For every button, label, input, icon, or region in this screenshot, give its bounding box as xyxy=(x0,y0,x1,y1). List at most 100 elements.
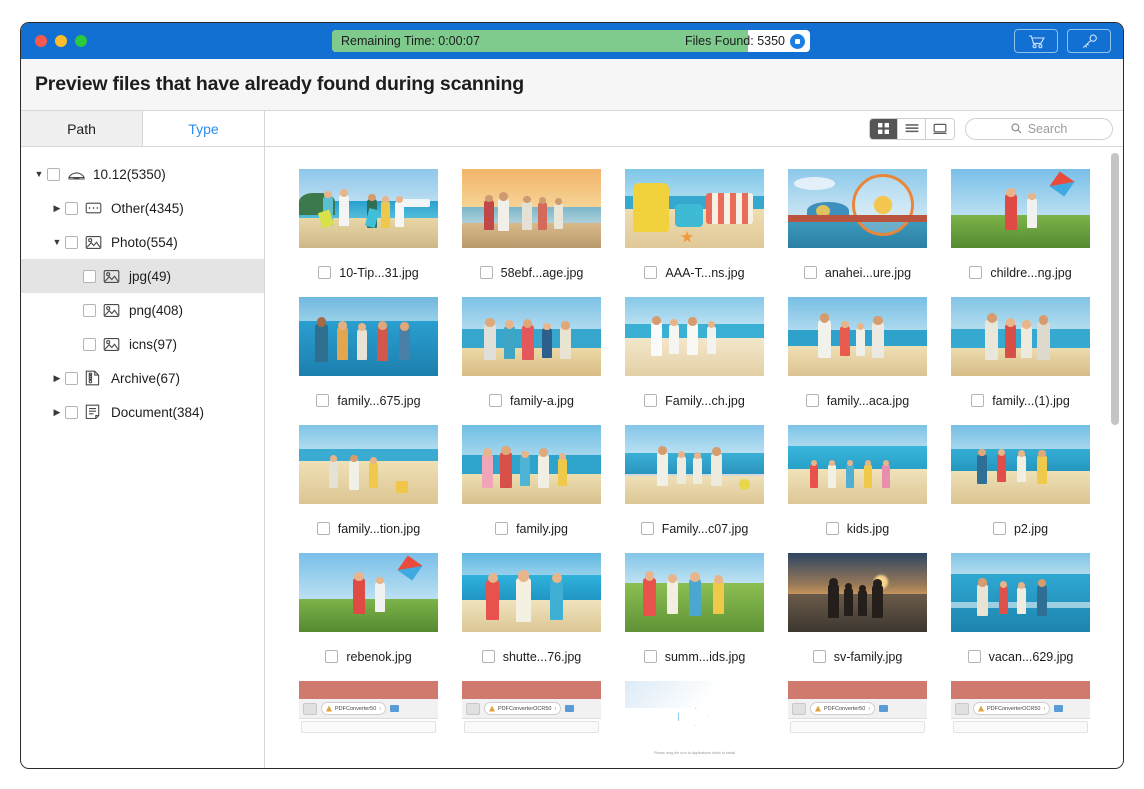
tree-checkbox[interactable] xyxy=(65,236,78,249)
chevron-right-icon[interactable]: ▶ xyxy=(49,373,65,384)
tree-checkbox[interactable] xyxy=(47,168,60,181)
file-checkbox[interactable] xyxy=(644,266,657,279)
maximize-window-button[interactable] xyxy=(75,35,87,47)
file-checkbox[interactable] xyxy=(806,394,819,407)
file-checkbox[interactable] xyxy=(971,394,984,407)
file-cell[interactable]: PDFConverterOCR50› xyxy=(450,681,613,760)
tree-row-jpg49[interactable]: ▶jpg(49) xyxy=(21,259,264,293)
file-cell[interactable]: childre...ng.jpg xyxy=(939,169,1102,297)
file-thumbnail[interactable] xyxy=(625,297,764,376)
column-view-button[interactable] xyxy=(926,119,954,139)
grid-view-button[interactable] xyxy=(870,119,898,139)
close-window-button[interactable] xyxy=(35,35,47,47)
file-thumbnail[interactable]: PDFConverter50› xyxy=(788,681,927,760)
file-thumbnail[interactable] xyxy=(299,169,438,248)
file-cell[interactable]: 10-Tip...31.jpg xyxy=(287,169,450,297)
file-cell[interactable]: sv-family.jpg xyxy=(776,553,939,681)
file-checkbox[interactable] xyxy=(804,266,817,279)
file-cell[interactable]: Family...c07.jpg xyxy=(613,425,776,553)
file-thumbnail[interactable] xyxy=(625,553,764,632)
list-view-button[interactable] xyxy=(898,119,926,139)
file-thumbnail[interactable] xyxy=(951,425,1090,504)
file-cell[interactable]: kids.jpg xyxy=(776,425,939,553)
file-cell[interactable]: family...tion.jpg xyxy=(287,425,450,553)
file-checkbox[interactable] xyxy=(641,522,654,535)
file-checkbox[interactable] xyxy=(644,650,657,663)
tree-row-icns97[interactable]: ▶icns(97) xyxy=(21,327,264,361)
file-thumbnail[interactable]: PDFConverterOCR50› xyxy=(951,681,1090,760)
chevron-down-icon[interactable]: ▼ xyxy=(31,169,47,179)
file-cell[interactable]: PDFConverter50› xyxy=(287,681,450,760)
file-thumbnail[interactable] xyxy=(462,425,601,504)
file-thumbnail[interactable] xyxy=(462,553,601,632)
file-cell[interactable]: PDFConverter50› xyxy=(776,681,939,760)
file-cell[interactable]: AAA-T...ns.jpg xyxy=(613,169,776,297)
file-thumbnail[interactable]: PDFConverter50› xyxy=(299,681,438,760)
file-thumbnail[interactable] xyxy=(788,553,927,632)
file-checkbox[interactable] xyxy=(325,650,338,663)
tree-checkbox[interactable] xyxy=(65,202,78,215)
file-cell[interactable]: PDFConverterOCR50› xyxy=(939,681,1102,760)
file-cell[interactable]: shutte...76.jpg xyxy=(450,553,613,681)
file-thumbnail[interactable] xyxy=(788,169,927,248)
chevron-right-icon[interactable]: ▶ xyxy=(49,203,65,214)
file-thumbnail[interactable] xyxy=(462,169,601,248)
file-thumbnail[interactable] xyxy=(788,297,927,376)
file-checkbox[interactable] xyxy=(316,394,329,407)
file-thumbnail[interactable] xyxy=(299,425,438,504)
file-cell[interactable]: Family...ch.jpg xyxy=(613,297,776,425)
file-thumbnail[interactable]: PDFConverterOCR50› xyxy=(462,681,601,760)
tree-row-document384[interactable]: ▶Document(384) xyxy=(21,395,264,429)
file-cell[interactable]: vacan...629.jpg xyxy=(939,553,1102,681)
file-checkbox[interactable] xyxy=(318,266,331,279)
minimize-window-button[interactable] xyxy=(55,35,67,47)
file-cell[interactable]: p2.jpg xyxy=(939,425,1102,553)
file-cell[interactable]: rebenok.jpg xyxy=(287,553,450,681)
tree-checkbox[interactable] xyxy=(83,270,96,283)
file-checkbox[interactable] xyxy=(482,650,495,663)
file-checkbox[interactable] xyxy=(644,394,657,407)
file-thumbnail[interactable] xyxy=(462,297,601,376)
chevron-down-icon[interactable]: ▼ xyxy=(49,237,65,247)
file-cell[interactable]: family.jpg xyxy=(450,425,613,553)
tree-row-other4345[interactable]: ▶Other(4345) xyxy=(21,191,264,225)
tab-path[interactable]: Path xyxy=(21,111,143,146)
file-thumbnail[interactable] xyxy=(625,169,764,248)
tree-row-10125350[interactable]: ▼10.12(5350) xyxy=(21,157,264,191)
file-checkbox[interactable] xyxy=(495,522,508,535)
file-checkbox[interactable] xyxy=(968,650,981,663)
file-checkbox[interactable] xyxy=(813,650,826,663)
file-checkbox[interactable] xyxy=(317,522,330,535)
search-input[interactable]: Search xyxy=(965,118,1113,140)
file-cell[interactable]: anahei...ure.jpg xyxy=(776,169,939,297)
tab-type[interactable]: Type xyxy=(143,111,264,146)
tree-checkbox[interactable] xyxy=(83,338,96,351)
scrollbar-thumb[interactable] xyxy=(1111,153,1119,425)
file-checkbox[interactable] xyxy=(969,266,982,279)
file-thumbnail[interactable] xyxy=(299,297,438,376)
file-thumbnail[interactable] xyxy=(951,297,1090,376)
file-checkbox[interactable] xyxy=(489,394,502,407)
chevron-right-icon[interactable]: ▶ xyxy=(49,407,65,418)
file-cell[interactable]: 58ebf...age.jpg xyxy=(450,169,613,297)
file-thumbnail[interactable] xyxy=(951,169,1090,248)
file-thumbnail[interactable]: Please drag the icon to Applications fol… xyxy=(625,681,764,760)
file-thumbnail[interactable] xyxy=(951,553,1090,632)
file-cell[interactable]: family-a.jpg xyxy=(450,297,613,425)
vertical-scrollbar[interactable] xyxy=(1111,153,1119,762)
file-thumbnail[interactable] xyxy=(299,553,438,632)
tree-checkbox[interactable] xyxy=(83,304,96,317)
stop-scan-button[interactable] xyxy=(790,34,805,49)
cart-button[interactable] xyxy=(1014,29,1058,53)
file-thumbnail[interactable] xyxy=(625,425,764,504)
tree-checkbox[interactable] xyxy=(65,406,78,419)
file-cell[interactable]: family...675.jpg xyxy=(287,297,450,425)
file-checkbox[interactable] xyxy=(480,266,493,279)
tree-row-png408[interactable]: ▶png(408) xyxy=(21,293,264,327)
file-cell[interactable]: summ...ids.jpg xyxy=(613,553,776,681)
tree-row-photo554[interactable]: ▼Photo(554) xyxy=(21,225,264,259)
tree-checkbox[interactable] xyxy=(65,372,78,385)
file-checkbox[interactable] xyxy=(993,522,1006,535)
key-button[interactable] xyxy=(1067,29,1111,53)
file-checkbox[interactable] xyxy=(826,522,839,535)
